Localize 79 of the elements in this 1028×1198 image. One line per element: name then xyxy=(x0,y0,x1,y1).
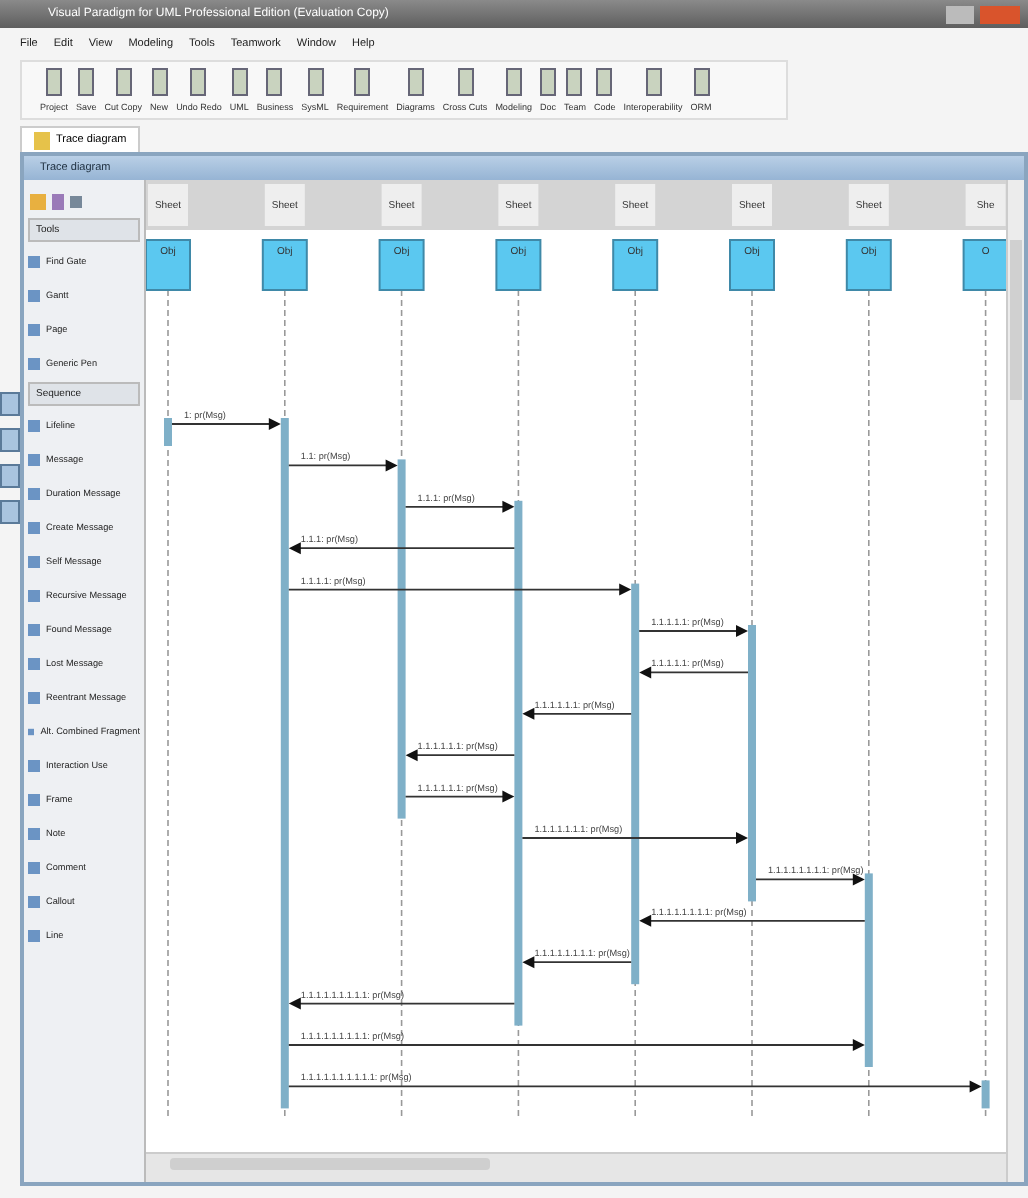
document-icon xyxy=(457,68,474,96)
tool-icon xyxy=(28,793,40,805)
message-arrow[interactable] xyxy=(287,1039,865,1051)
lifeline-header xyxy=(381,184,422,226)
tool-icon xyxy=(28,323,40,335)
document-icon xyxy=(115,68,132,96)
tool-icon[interactable] xyxy=(0,464,20,488)
document-icon xyxy=(407,68,424,96)
lifeline-header xyxy=(498,184,539,226)
message-arrow[interactable] xyxy=(404,500,515,513)
activation-bar xyxy=(981,1080,990,1109)
message-arrow[interactable] xyxy=(287,583,632,596)
diagram-icon xyxy=(34,131,50,149)
lifeline-box[interactable] xyxy=(845,239,892,291)
lifeline-header xyxy=(732,184,772,226)
document-icon xyxy=(78,68,95,96)
horizontal-scrollbar[interactable] xyxy=(146,1152,1006,1182)
message-arrow[interactable] xyxy=(405,749,516,762)
message-arrow[interactable] xyxy=(288,542,516,555)
document-icon xyxy=(596,68,613,96)
tool-icon xyxy=(28,725,35,737)
tool-icon xyxy=(28,691,40,703)
tool-icon xyxy=(28,255,40,267)
minimize-button[interactable] xyxy=(946,5,974,23)
activation-bar xyxy=(164,418,172,446)
tool-icon[interactable] xyxy=(0,392,20,416)
tool-icon xyxy=(28,623,40,635)
lifeline-box[interactable] xyxy=(261,239,308,291)
tool-icon xyxy=(28,419,40,431)
tool-icon xyxy=(28,487,40,499)
document-icon xyxy=(307,68,323,96)
lifeline-box[interactable] xyxy=(729,239,775,291)
message-arrow[interactable] xyxy=(288,997,516,1010)
document-icon xyxy=(645,68,662,96)
tool-icon xyxy=(28,589,40,601)
tool-icon xyxy=(28,555,40,567)
tool-icon[interactable] xyxy=(0,428,20,452)
document-icon xyxy=(231,68,248,96)
message-arrow[interactable] xyxy=(522,707,633,720)
lifeline-header xyxy=(615,184,656,226)
tool-icon xyxy=(28,657,40,669)
message-arrow[interactable] xyxy=(404,790,515,803)
lifeline-box[interactable] xyxy=(495,239,542,291)
lifeline-box[interactable] xyxy=(378,239,425,291)
vertical-scrollbar[interactable] xyxy=(1006,180,1024,1182)
document-icon xyxy=(266,68,283,96)
message-arrow[interactable] xyxy=(287,459,398,472)
tool-icon xyxy=(28,827,40,839)
message-arrow[interactable] xyxy=(755,873,865,886)
document-icon xyxy=(46,68,62,96)
document-icon xyxy=(505,68,522,96)
scrollbar-thumb[interactable] xyxy=(1010,240,1022,400)
document-icon xyxy=(151,68,168,96)
palette-tools-icon[interactable] xyxy=(28,192,88,212)
message-arrow[interactable] xyxy=(287,1080,982,1093)
message-arrow[interactable] xyxy=(638,625,748,637)
message-arrow[interactable] xyxy=(171,418,281,430)
document-icon xyxy=(354,68,371,96)
tool-icon[interactable] xyxy=(0,500,20,524)
document-icon xyxy=(539,68,556,96)
tool-icon xyxy=(28,861,40,873)
message-arrow[interactable] xyxy=(521,832,748,844)
document-icon xyxy=(693,68,710,96)
lifeline-header xyxy=(848,184,889,226)
tool-icon xyxy=(28,289,40,301)
tool-icon xyxy=(28,759,40,771)
message-arrow[interactable] xyxy=(639,666,749,679)
message-arrow[interactable] xyxy=(522,956,633,969)
tool-icon xyxy=(28,929,40,941)
lifeline-header xyxy=(264,184,305,226)
tool-icon xyxy=(28,357,40,369)
document-icon xyxy=(190,68,207,96)
lifeline-header xyxy=(965,184,1006,226)
message-arrow[interactable] xyxy=(639,914,866,927)
document-icon xyxy=(566,68,583,96)
tool-icon xyxy=(28,895,40,907)
tool-icon xyxy=(28,521,40,533)
tool-icon xyxy=(28,453,40,465)
lifeline-box[interactable] xyxy=(612,239,659,291)
